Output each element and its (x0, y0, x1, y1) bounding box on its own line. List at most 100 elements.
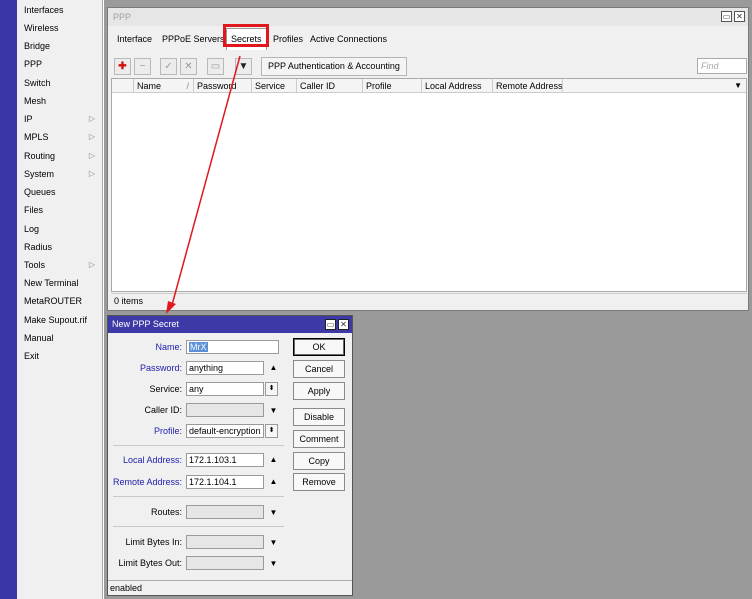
column-header-name[interactable]: Name / (134, 79, 194, 93)
name-field[interactable]: MrX (186, 340, 279, 354)
sidebar-item-label: System (24, 169, 55, 179)
sidebar-item-interfaces[interactable]: Interfaces (17, 1, 103, 19)
remove-button[interactable]: Remove (293, 473, 345, 491)
sidebar-item-label: Queues (24, 187, 56, 197)
sidebar-item-switch[interactable]: Switch (17, 74, 103, 92)
limit-bytes-out-label: Limit Bytes Out: (118, 558, 182, 568)
service-dropdown-icon[interactable]: ⬍ (265, 382, 278, 396)
sidebar-item-mpls[interactable]: MPLS ▷ (17, 128, 103, 146)
divider (113, 496, 284, 497)
collapse-up-icon[interactable]: ▲ (269, 455, 278, 464)
routes-label: Routes: (150, 507, 182, 517)
sidebar-item-label: Interfaces (24, 5, 64, 15)
local-address-field[interactable]: 172.1.103.1 (186, 453, 264, 467)
name-label: Name: (155, 342, 182, 352)
column-header-password[interactable]: Password (194, 79, 252, 93)
comment-button[interactable]: Comment (293, 430, 345, 448)
profile-label: Profile: (153, 426, 182, 436)
limit-bytes-out-field[interactable] (186, 556, 264, 570)
column-header-service[interactable]: Service (252, 79, 297, 93)
divider (113, 445, 284, 446)
sidebar-item-system[interactable]: System ▷ (17, 165, 103, 183)
disable-icon[interactable]: ✕ (180, 58, 197, 75)
limit-bytes-in-label: Limit Bytes In: (125, 537, 182, 547)
ppp-window-title: PPP ▭ ✕ (108, 8, 748, 26)
sidebar-item-mesh[interactable]: Mesh (17, 92, 103, 110)
add-icon[interactable]: ✚ (114, 58, 131, 75)
restore-icon[interactable]: ▭ (325, 319, 336, 330)
tab-active-connections[interactable]: Active Connections (306, 30, 391, 49)
sidebar-item-label: Tools (24, 260, 46, 270)
expand-down-icon[interactable]: ▼ (269, 508, 278, 517)
sidebar-item-log[interactable]: Log (17, 220, 103, 238)
sidebar-item-label: Routing (24, 151, 56, 161)
local-address-label: Local Address: (122, 455, 182, 465)
sidebar-item-files[interactable]: Files (17, 201, 103, 219)
remove-icon[interactable]: − (134, 58, 151, 75)
close-icon[interactable]: ✕ (338, 319, 349, 330)
enable-icon[interactable]: ✓ (160, 58, 177, 75)
dialog-title-bar: New PPP Secret ▭ ✕ (108, 316, 352, 333)
service-select[interactable]: any (186, 382, 264, 396)
left-accent-strip (0, 0, 17, 599)
dialog-status-bar: enabled (108, 580, 352, 595)
column-header-profile[interactable]: Profile (363, 79, 422, 93)
column-header-local-address[interactable]: Local Address (422, 79, 493, 93)
disable-button[interactable]: Disable (293, 408, 345, 426)
routes-field[interactable] (186, 505, 264, 519)
comment-icon[interactable]: ▭ (207, 58, 224, 75)
apply-button[interactable]: Apply (293, 382, 345, 400)
sidebar-item-queues[interactable]: Queues (17, 183, 103, 201)
column-header-remote-address[interactable]: Remote Address (493, 79, 563, 93)
expand-down-icon[interactable]: ▼ (269, 538, 278, 547)
profile-dropdown-icon[interactable]: ⬍ (265, 424, 278, 438)
divider (113, 526, 284, 527)
sidebar-item-radius[interactable]: Radius (17, 238, 103, 256)
expand-down-icon[interactable]: ▼ (269, 406, 278, 415)
ppp-auth-accounting-button[interactable]: PPP Authentication & Accounting (261, 57, 407, 76)
column-menu-icon[interactable]: ▼ (734, 81, 742, 90)
sidebar-item-routing[interactable]: Routing ▷ (17, 147, 103, 165)
column-header-caller-id[interactable]: Caller ID (297, 79, 363, 93)
sidebar-item-metarouter[interactable]: MetaROUTER (17, 292, 103, 310)
caller-id-field[interactable] (186, 403, 264, 417)
sidebar-item-label: Radius (24, 242, 53, 252)
sidebar-item-label: Files (24, 205, 44, 215)
collapse-up-icon[interactable]: ▲ (269, 477, 278, 486)
sidebar-item-manual[interactable]: Manual (17, 329, 103, 347)
tab-interface[interactable]: Interface (113, 30, 156, 49)
sidebar-item-tools[interactable]: Tools ▷ (17, 256, 103, 274)
filter-icon[interactable]: ▼ (235, 58, 252, 75)
profile-select[interactable]: default-encryption (186, 424, 264, 438)
close-icon[interactable]: ✕ (734, 11, 745, 22)
dialog-title-text: New PPP Secret (112, 319, 179, 329)
limit-bytes-in-field[interactable] (186, 535, 264, 549)
submenu-arrow-icon: ▷ (88, 132, 95, 141)
sidebar-item-make-supout[interactable]: Make Supout.rif (17, 311, 103, 329)
sidebar-item-label: PPP (24, 59, 43, 69)
tab-pppoe-servers[interactable]: PPPoE Servers (158, 30, 229, 49)
find-input[interactable]: Find (697, 58, 747, 74)
sidebar-item-label: Wireless (24, 23, 59, 33)
sidebar-item-wireless[interactable]: Wireless (17, 19, 103, 37)
sidebar-item-exit[interactable]: Exit (17, 347, 103, 365)
items-count: 0 items (111, 293, 747, 308)
cancel-button[interactable]: Cancel (293, 360, 345, 378)
password-field[interactable]: anything (186, 361, 264, 375)
new-ppp-secret-dialog: New PPP Secret ▭ ✕ Name: MrX Password: a… (107, 315, 353, 596)
copy-button[interactable]: Copy (293, 452, 345, 470)
remote-address-field[interactable]: 172.1.104.1 (186, 475, 264, 489)
submenu-arrow-icon: ▷ (88, 151, 95, 160)
submenu-arrow-icon: ▷ (88, 169, 95, 178)
sidebar-item-bridge[interactable]: Bridge (17, 37, 103, 55)
caller-id-label: Caller ID: (144, 405, 182, 415)
expand-down-icon[interactable]: ▼ (269, 559, 278, 568)
sidebar-item-new-terminal[interactable]: New Terminal (17, 274, 103, 292)
restore-icon[interactable]: ▭ (721, 11, 732, 22)
secrets-table: Name / Password Service Caller ID Profile… (111, 78, 747, 292)
collapse-up-icon[interactable]: ▲ (269, 363, 278, 372)
ok-button[interactable]: OK (293, 338, 345, 356)
sidebar-item-ip[interactable]: IP ▷ (17, 110, 103, 128)
sidebar-item-ppp[interactable]: PPP (17, 55, 103, 73)
tab-profiles[interactable]: Profiles (269, 30, 307, 49)
